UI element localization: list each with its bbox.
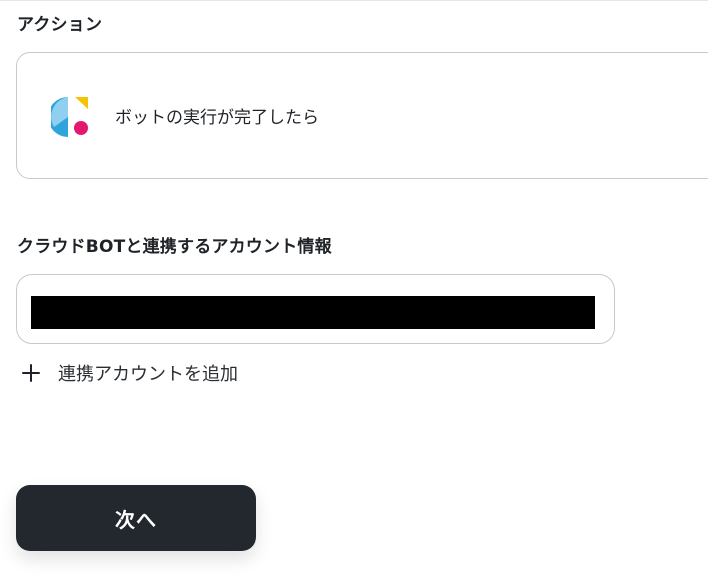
action-trigger-text: ボットの実行が完了したら [115,108,319,128]
next-button[interactable]: 次へ [16,485,256,551]
add-account-label: 連携アカウントを追加 [58,364,238,385]
crowdbot-logo-icon [51,97,88,137]
top-divider [0,0,708,1]
account-value-redacted [31,296,595,329]
plus-icon [20,362,42,384]
account-select-field[interactable] [16,274,615,344]
account-section-label: クラウドBOTと連携するアカウント情報 [17,237,332,257]
add-account-link[interactable]: 連携アカウントを追加 [20,359,238,387]
action-card[interactable]: ボットの実行が完了したら [16,52,708,179]
action-section-label: アクション [17,15,103,35]
